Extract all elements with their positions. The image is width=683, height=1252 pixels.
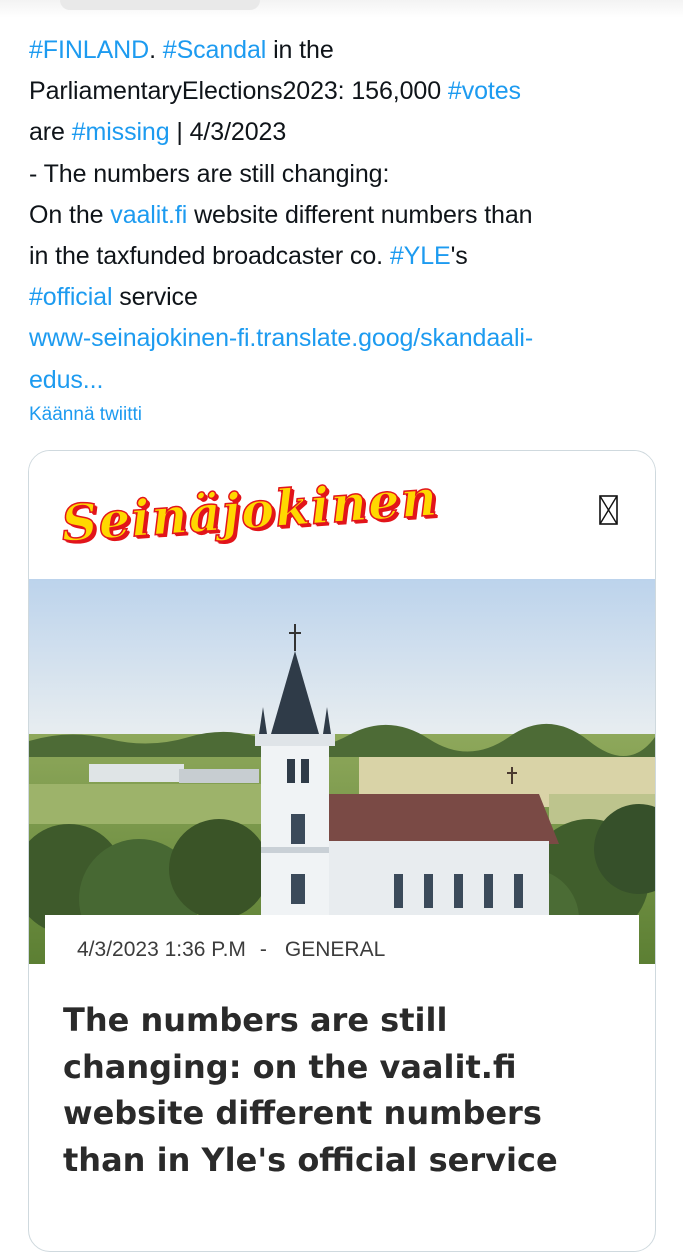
tweet-text-segment: - The numbers are still changing: xyxy=(29,159,390,188)
tweet-link[interactable]: #FINLAND xyxy=(29,36,149,64)
previous-tweet-fragment xyxy=(60,0,260,10)
headline-line: The numbers are still xyxy=(63,1001,448,1039)
tweet-text-line: On the vaalit.fi website different numbe… xyxy=(29,195,659,236)
translate-tweet-link[interactable]: Käännä twiitti xyxy=(29,404,142,426)
tweet-text-segment: 's xyxy=(450,242,468,271)
tweet-link[interactable]: #votes xyxy=(448,77,521,105)
tweet-text-line: #official service xyxy=(29,277,659,318)
headline-line: changing: on the vaalit.fi xyxy=(63,1047,517,1086)
tweet-text-segment: are xyxy=(29,118,72,147)
tweet-text-segment: | 4/3/2023 xyxy=(169,118,287,147)
tweet-text-segment: On the xyxy=(29,200,111,229)
post-meta: 4/3/2023 1:36 P.M - GENERAL xyxy=(77,938,385,962)
tweet-text-line: are #missing | 4/3/2023 xyxy=(29,112,659,153)
menu-box-icon[interactable] xyxy=(599,495,618,525)
tweet-text-line: #FINLAND. #Scandal in the xyxy=(29,30,659,71)
tweet-text-line: edus... xyxy=(29,360,659,401)
meta-separator: - xyxy=(259,938,267,961)
previous-tweet-edge xyxy=(0,0,683,18)
tweet-text-line: - The numbers are still changing: xyxy=(29,154,659,195)
tweet-link[interactable]: #official xyxy=(29,283,113,311)
tweet-link[interactable]: #YLE xyxy=(390,242,451,270)
headline-line: than in Yle's official service xyxy=(63,1140,558,1179)
tweet-link[interactable]: #Scandal xyxy=(163,36,267,64)
tweet-text-line: ParliamentaryElections2023: 156,000 #vot… xyxy=(29,71,659,112)
tweet-text-segment: in the taxfunded broadcaster co. xyxy=(29,242,390,271)
tweet-link[interactable]: #missing xyxy=(72,118,170,146)
tweet-text: #FINLAND. #Scandal in the ParliamentaryEl… xyxy=(29,30,659,401)
tweet-text-segment: ParliamentaryElections2023: 156,000 xyxy=(29,77,448,106)
tweet-text-segment: in the xyxy=(266,36,334,64)
tweet-link[interactable]: edus... xyxy=(29,366,103,394)
post-date: 4/3/2023 1:36 P.M xyxy=(77,938,246,961)
link-preview-card[interactable]: Seinäjokinen 4/3/2023 1:36 P.M - GENERAL… xyxy=(28,450,656,1252)
headline-line: website different numbers xyxy=(63,1094,542,1132)
card-site-header: Seinäjokinen xyxy=(29,451,655,579)
article-headline[interactable]: The numbers are still changing: on the va… xyxy=(63,997,633,1183)
site-logo: Seinäjokinen xyxy=(59,467,441,554)
tweet-link[interactable]: www-seinajokinen-fi.translate.goog/skand… xyxy=(29,324,533,352)
tweet-link[interactable]: vaalit.fi xyxy=(110,201,187,229)
post-category[interactable]: GENERAL xyxy=(285,938,385,961)
tweet-text-segment: service xyxy=(112,283,198,312)
tweet-text-segment: website different numbers than xyxy=(187,200,533,229)
tweet-text-line: in the taxfunded broadcaster co. #YLE's xyxy=(29,236,659,277)
hero-photo-church xyxy=(29,579,655,964)
tweet-text-line: www-seinajokinen-fi.translate.goog/skand… xyxy=(29,318,659,359)
tweet-text-segment: . xyxy=(149,36,163,64)
